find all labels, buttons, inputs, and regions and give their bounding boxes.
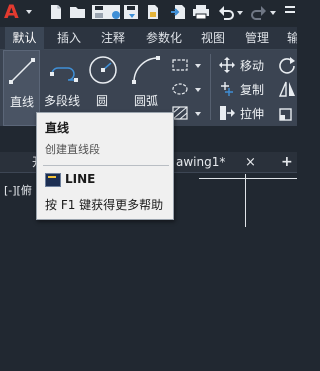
- polyline-icon: [50, 67, 78, 82]
- gradient-dropdown-caret-icon[interactable]: [195, 112, 201, 116]
- line-label: 直线: [10, 95, 35, 109]
- open-folder-icon[interactable]: [69, 4, 87, 20]
- viewport-controls-label[interactable]: [-][俯: [4, 182, 32, 198]
- scale-icon[interactable]: [278, 104, 297, 122]
- arc-label: 圆弧: [134, 94, 159, 108]
- publish-icon[interactable]: [146, 4, 160, 20]
- command-line-icon: [45, 173, 61, 187]
- rectangle-icon[interactable]: [172, 58, 188, 72]
- stretch-icon[interactable]: [219, 105, 235, 121]
- ribbon-tab-bar: 默认 插入 注释 参数化 视图 管理 输: [0, 27, 297, 50]
- close-tab-icon[interactable]: ×: [245, 152, 256, 173]
- gradient-icon[interactable]: [172, 106, 188, 120]
- hatch-dropdown-caret-icon[interactable]: [195, 88, 201, 92]
- tab-output[interactable]: 输: [283, 27, 297, 50]
- hatch-icon[interactable]: [172, 82, 188, 96]
- move-icon[interactable]: [219, 57, 235, 73]
- crosshair-horizontal: [199, 178, 297, 179]
- copy-label[interactable]: 复制: [240, 81, 264, 98]
- tab-view[interactable]: 视图: [196, 27, 230, 50]
- rotate-icon[interactable]: [278, 56, 297, 74]
- autocad-window: A 默认 插入 注释 参数化 视图 管理 输 直线 多段线 圆 圆弧 移动 复制…: [0, 0, 297, 371]
- tab-default[interactable]: 默认: [5, 27, 44, 50]
- tab-manage[interactable]: 管理: [240, 27, 274, 50]
- plot-icon[interactable]: [192, 4, 210, 20]
- tooltip-title: 直线: [45, 121, 70, 135]
- new-tab-icon[interactable]: +: [281, 152, 293, 173]
- save-as-icon[interactable]: [123, 4, 139, 20]
- copy-icon[interactable]: [219, 81, 235, 97]
- arc-icon: [132, 56, 160, 84]
- line-button[interactable]: 直线: [3, 50, 40, 126]
- circle-icon: [89, 56, 117, 84]
- redo-icon[interactable]: [251, 4, 267, 20]
- app-logo[interactable]: A: [4, 0, 24, 24]
- rectangle-dropdown-caret-icon[interactable]: [195, 64, 201, 68]
- tab-annotate[interactable]: 注释: [96, 27, 130, 50]
- import-icon[interactable]: [170, 4, 186, 20]
- redo-dropdown-caret-icon[interactable]: [270, 11, 276, 15]
- tooltip-description: 创建直线段: [45, 143, 100, 156]
- undo-dropdown-caret-icon[interactable]: [237, 11, 243, 15]
- save-web-icon[interactable]: [105, 4, 121, 20]
- tab-parametric[interactable]: 参数化: [140, 27, 188, 50]
- tab-insert[interactable]: 插入: [52, 27, 86, 50]
- stretch-label[interactable]: 拉伸: [240, 105, 264, 122]
- new-file-icon[interactable]: [48, 4, 64, 20]
- quick-access-toolbar: A: [0, 0, 297, 26]
- undo-icon[interactable]: [218, 4, 234, 20]
- panel-separator: [210, 54, 211, 120]
- tooltip-help: 按 F1 键获得更多帮助: [45, 198, 164, 212]
- move-label[interactable]: 移动: [240, 57, 264, 74]
- tooltip-command: LINE: [65, 172, 96, 186]
- crosshair-vertical: [245, 174, 246, 227]
- app-menu-caret-icon[interactable]: [26, 10, 32, 14]
- line-tooltip: 直线 创建直线段 LINE 按 F1 键获得更多帮助: [36, 112, 174, 220]
- mirror-icon[interactable]: [278, 80, 297, 98]
- line-icon: [9, 58, 35, 84]
- circle-label: 圆: [96, 94, 109, 108]
- tooltip-divider: [43, 165, 169, 166]
- more-commands-icon[interactable]: [283, 4, 297, 20]
- polyline-label: 多段线: [44, 94, 81, 108]
- drawing-tab[interactable]: awing1*: [176, 152, 225, 173]
